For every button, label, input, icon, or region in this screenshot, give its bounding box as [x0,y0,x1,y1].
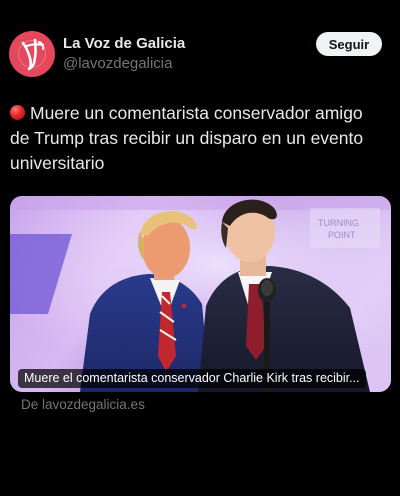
account-handle[interactable]: @lavozdegalicia [63,55,172,72]
red-circle-icon [10,105,25,120]
newspaper-logo-icon [18,38,46,71]
account-name[interactable]: La Voz de Galicia [63,35,185,52]
post-card: La Voz de Galicia @lavozdegalicia Seguir… [0,0,400,496]
svg-text:POINT: POINT [328,230,356,240]
news-photo: TURNING POINT [10,196,391,392]
media-caption: Muere el comentarista conservador Charli… [18,369,366,388]
media-card[interactable]: TURNING POINT Muere el comentarista cons… [10,196,391,392]
link-source[interactable]: De lavozdegalicia.es [21,397,145,412]
account-avatar[interactable] [9,31,55,77]
post-text-content: Muere un comentarista conservador amigo … [10,103,364,173]
post-text: Muere un comentarista conservador amigo … [10,101,382,176]
follow-button[interactable]: Seguir [316,32,382,56]
svg-text:TURNING: TURNING [318,218,359,228]
